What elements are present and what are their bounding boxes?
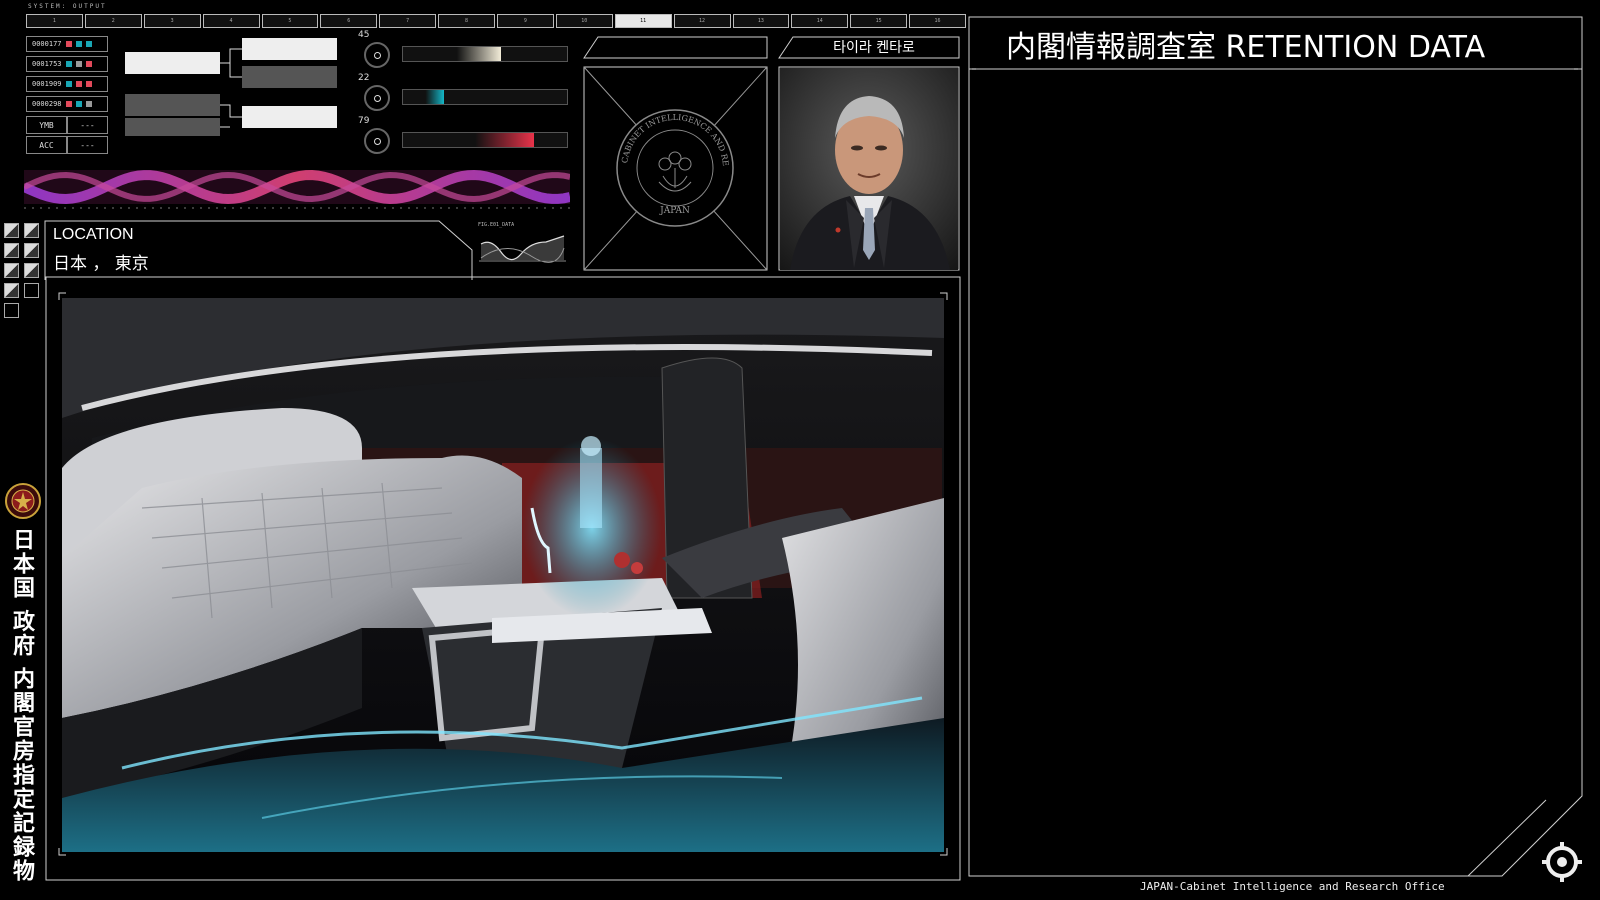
dial-icon — [364, 128, 390, 154]
svg-text:JAPAN: JAPAN — [659, 206, 690, 216]
flow-node — [125, 118, 220, 136]
glyph-button[interactable] — [4, 283, 19, 298]
seal-panel: CABINET INTELLIGENCE AND RESEARCH OFFICE… — [583, 36, 768, 271]
glyph-button[interactable] — [4, 263, 19, 278]
government-seal-icon: CABINET INTELLIGENCE AND RESEARCH OFFICE… — [583, 36, 734, 227]
field-key: YMB — [26, 116, 67, 134]
retention-title: 内閣情報調査室 RETENTION DATA — [1006, 30, 1486, 65]
status-dot — [75, 41, 82, 47]
meter-label: 45 — [358, 30, 370, 40]
waveform-display — [24, 169, 570, 209]
glyph-button[interactable] — [24, 243, 39, 258]
dial-icon — [364, 42, 390, 68]
id-value: 0000298 — [32, 100, 62, 108]
glyph-button[interactable] — [24, 283, 39, 298]
status-dot — [85, 81, 92, 87]
status-dot — [65, 41, 72, 47]
mini-chart-panel: FIG.E01_DATA — [476, 222, 568, 268]
field-key: ACC — [26, 136, 67, 154]
id-row[interactable]: 0001909 — [26, 76, 108, 92]
glyph-button[interactable] — [4, 223, 19, 238]
meter-panel: 45 22 79 — [358, 30, 570, 160]
flow-node — [242, 38, 337, 60]
status-dot — [75, 61, 82, 67]
top-strip-segment[interactable]: 2 — [84, 14, 142, 28]
mini-chart-label: FIG.E01_DATA — [478, 222, 515, 228]
top-strip-segment[interactable]: 1 — [26, 14, 83, 28]
flow-node — [242, 66, 337, 88]
top-strip-segment[interactable]: 14 — [791, 14, 849, 28]
retention-frame — [968, 16, 1583, 877]
dial-icon — [364, 85, 390, 111]
top-strip-segment[interactable]: 8 — [438, 14, 495, 28]
meter-label: 22 — [358, 73, 370, 83]
gear-logo-icon[interactable] — [1540, 840, 1584, 884]
top-strip-segment[interactable]: 4 — [202, 14, 260, 28]
status-dot — [65, 101, 72, 107]
glyph-button[interactable] — [24, 263, 39, 278]
top-strip-segment[interactable]: 3 — [143, 14, 201, 28]
id-value: 0001753 — [32, 60, 62, 68]
profile-photo — [780, 68, 958, 270]
status-dot — [85, 61, 92, 67]
profile-name: 타이라 켄타로 — [833, 40, 915, 56]
meter-label: 79 — [358, 116, 370, 126]
status-dot — [65, 61, 72, 67]
status-field-acc: ACC --- — [26, 136, 108, 154]
meter-bar — [402, 89, 568, 105]
top-strip-segment[interactable]: 16 — [909, 14, 966, 28]
location-value: 日本 ， 東京 — [53, 254, 149, 274]
footer-text: JAPAN-Cabinet Intelligence and Research … — [1140, 880, 1445, 893]
id-value: 0000177 — [32, 40, 62, 48]
glyph-button-grid — [4, 223, 42, 323]
top-strip-segment[interactable]: 6 — [320, 14, 378, 28]
top-segment-strip: 1 2 3 4 5 6 7 8 9 10 11 12 13 14 15 16 — [26, 14, 966, 28]
flow-diagram — [125, 38, 337, 136]
meter-bar — [402, 132, 568, 148]
top-strip-segment[interactable]: 12 — [673, 14, 731, 28]
id-row[interactable]: 0000177 — [26, 36, 108, 52]
id-row[interactable]: 0000298 — [26, 96, 108, 112]
top-strip-segment[interactable]: 10 — [555, 14, 613, 28]
id-value: 0001909 — [32, 80, 62, 88]
flow-node — [242, 106, 337, 128]
id-row[interactable]: 0001753 — [26, 56, 108, 72]
status-dot — [85, 41, 92, 47]
field-value: --- — [67, 116, 108, 134]
status-field-ymb: YMB --- — [26, 116, 108, 134]
side-vertical-text: 日本国 政府 内閣官房指定記録物 — [9, 528, 34, 884]
status-dot — [85, 101, 92, 107]
glyph-button[interactable] — [4, 303, 19, 318]
status-dot — [75, 101, 82, 107]
meter-bar — [402, 46, 568, 62]
top-strip-segment[interactable]: 5 — [261, 14, 319, 28]
status-dot — [65, 81, 72, 87]
glyph-button[interactable] — [24, 223, 39, 238]
status-dot — [75, 81, 82, 87]
top-strip-segment[interactable]: 7 — [379, 14, 437, 28]
top-strip-segment[interactable]: 9 — [497, 14, 554, 28]
glyph-button[interactable] — [4, 243, 19, 258]
top-strip-segment[interactable]: 11 — [614, 14, 672, 28]
flow-node — [125, 94, 220, 116]
location-heading: LOCATION — [53, 226, 134, 243]
mini-chart — [479, 235, 566, 263]
top-strip-segment[interactable]: 13 — [732, 14, 790, 28]
system-header: SYSTEM: OUTPUT — [28, 3, 107, 10]
government-emblem-icon — [5, 483, 41, 519]
image-corner-marks — [58, 292, 948, 856]
top-strip-segment[interactable]: 15 — [850, 14, 908, 28]
field-value: --- — [67, 136, 108, 154]
flow-node — [125, 52, 220, 74]
